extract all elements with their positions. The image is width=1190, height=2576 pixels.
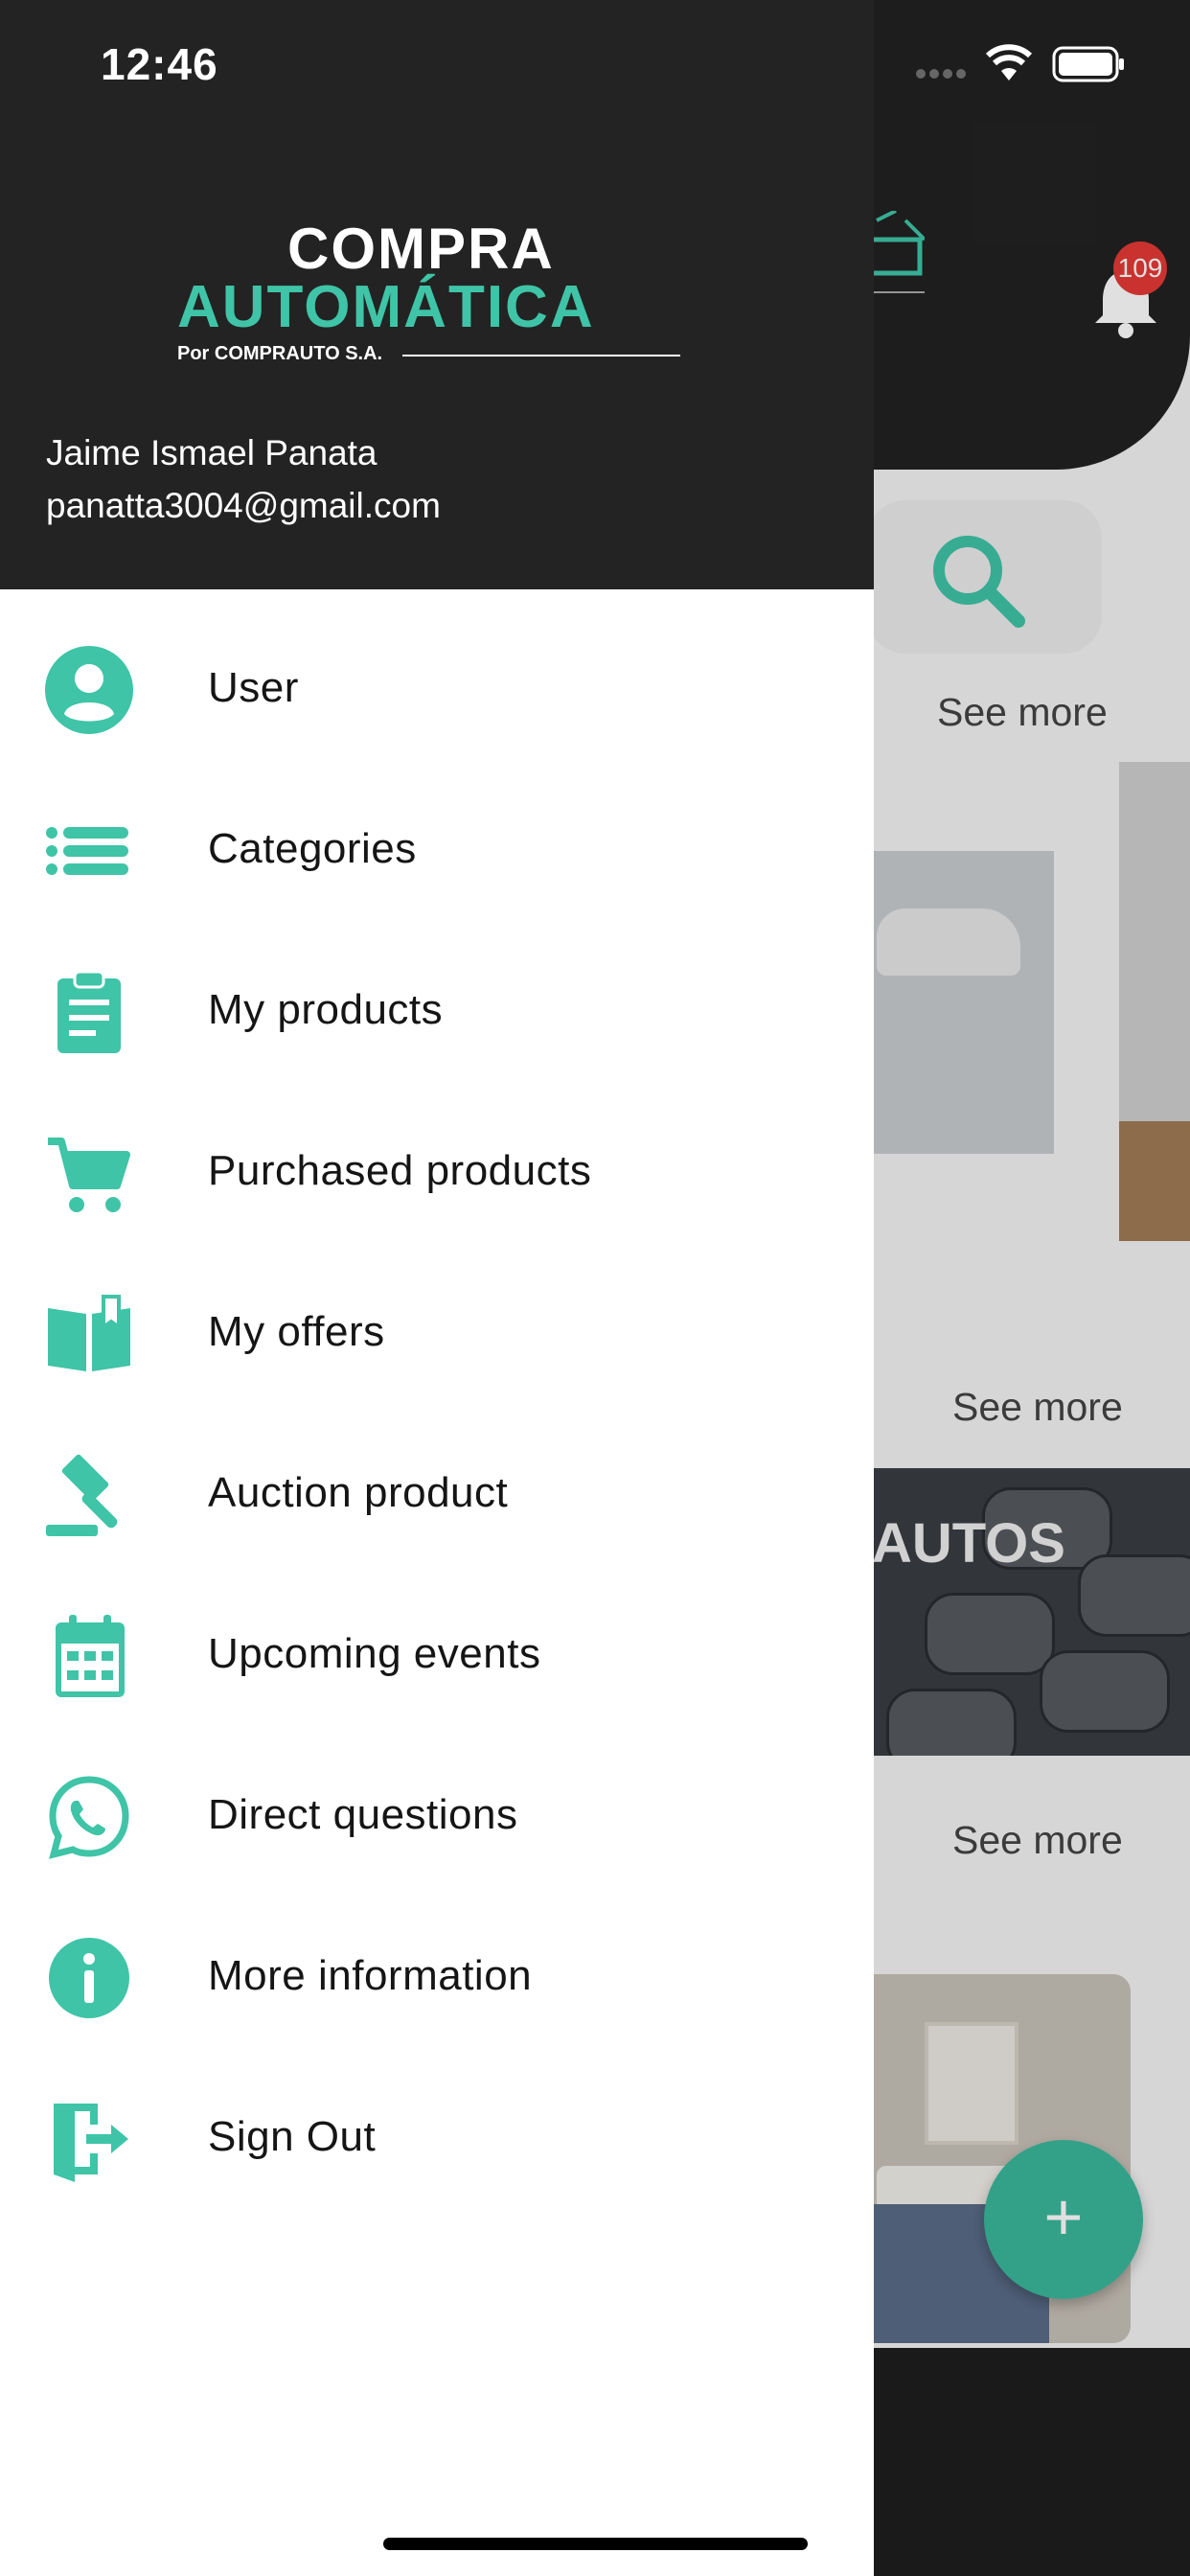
- clipboard-icon: [44, 967, 134, 1057]
- battery-icon: [1052, 46, 1124, 82]
- menu-item-direct-questions[interactable]: Direct questions: [0, 1736, 874, 1897]
- menu-item-purchased-products[interactable]: Purchased products: [0, 1092, 874, 1253]
- status-time: 12:46: [101, 39, 218, 89]
- menu-label: My offers: [208, 1308, 385, 1355]
- drawer-menu: User Categories My products Purchased pr…: [0, 609, 874, 2219]
- wifi-icon: [985, 44, 1033, 80]
- navigation-drawer: 12:46 COMPRA AUTOMÁTICA Por COMPRAUTO S.…: [0, 0, 874, 2576]
- menu-label: Auction product: [208, 1469, 509, 1516]
- menu-item-sign-out[interactable]: Sign Out: [0, 2058, 874, 2219]
- user-circle-icon: [44, 645, 134, 735]
- menu-item-my-products[interactable]: My products: [0, 931, 874, 1092]
- logo-rule: [402, 355, 680, 356]
- cart-icon: [44, 1128, 134, 1218]
- app-logo: COMPRA AUTOMÁTICA Por COMPRAUTO S.A.: [177, 216, 680, 374]
- calendar-icon: [44, 1611, 134, 1701]
- logo-tagline: Por COMPRAUTO S.A.: [177, 343, 383, 364]
- menu-item-user[interactable]: User: [0, 609, 874, 770]
- menu-item-categories[interactable]: Categories: [0, 770, 874, 931]
- gavel-icon: [44, 1450, 134, 1540]
- user-name: Jaime Ismael Panata: [46, 433, 378, 472]
- menu-item-my-offers[interactable]: My offers: [0, 1253, 874, 1414]
- menu-label: My products: [208, 986, 444, 1033]
- sign-out-icon: [44, 2094, 134, 2184]
- menu-item-auction-product[interactable]: Auction product: [0, 1414, 874, 1575]
- menu-label: User: [208, 664, 299, 711]
- whatsapp-icon: [44, 1772, 134, 1862]
- list-icon: [44, 806, 134, 896]
- menu-label: More information: [208, 1952, 533, 1999]
- logo-line-2: AUTOMÁTICA: [177, 274, 595, 340]
- info-icon: [44, 1933, 134, 2023]
- menu-item-upcoming-events[interactable]: Upcoming events: [0, 1575, 874, 1736]
- menu-label: Purchased products: [208, 1147, 592, 1194]
- drawer-header: 12:46 COMPRA AUTOMÁTICA Por COMPRAUTO S.…: [0, 0, 874, 589]
- menu-label: Sign Out: [208, 2113, 377, 2160]
- menu-label: Upcoming events: [208, 1630, 541, 1677]
- user-email: panatta3004@gmail.com: [46, 486, 441, 525]
- menu-item-more-information[interactable]: More information: [0, 1897, 874, 2058]
- signal-icon: [916, 69, 966, 79]
- logo-line-1: COMPRA: [287, 217, 555, 281]
- home-indicator: [383, 2538, 808, 2550]
- menu-label: Categories: [208, 825, 417, 872]
- book-open-icon: [44, 1289, 134, 1379]
- menu-label: Direct questions: [208, 1791, 518, 1838]
